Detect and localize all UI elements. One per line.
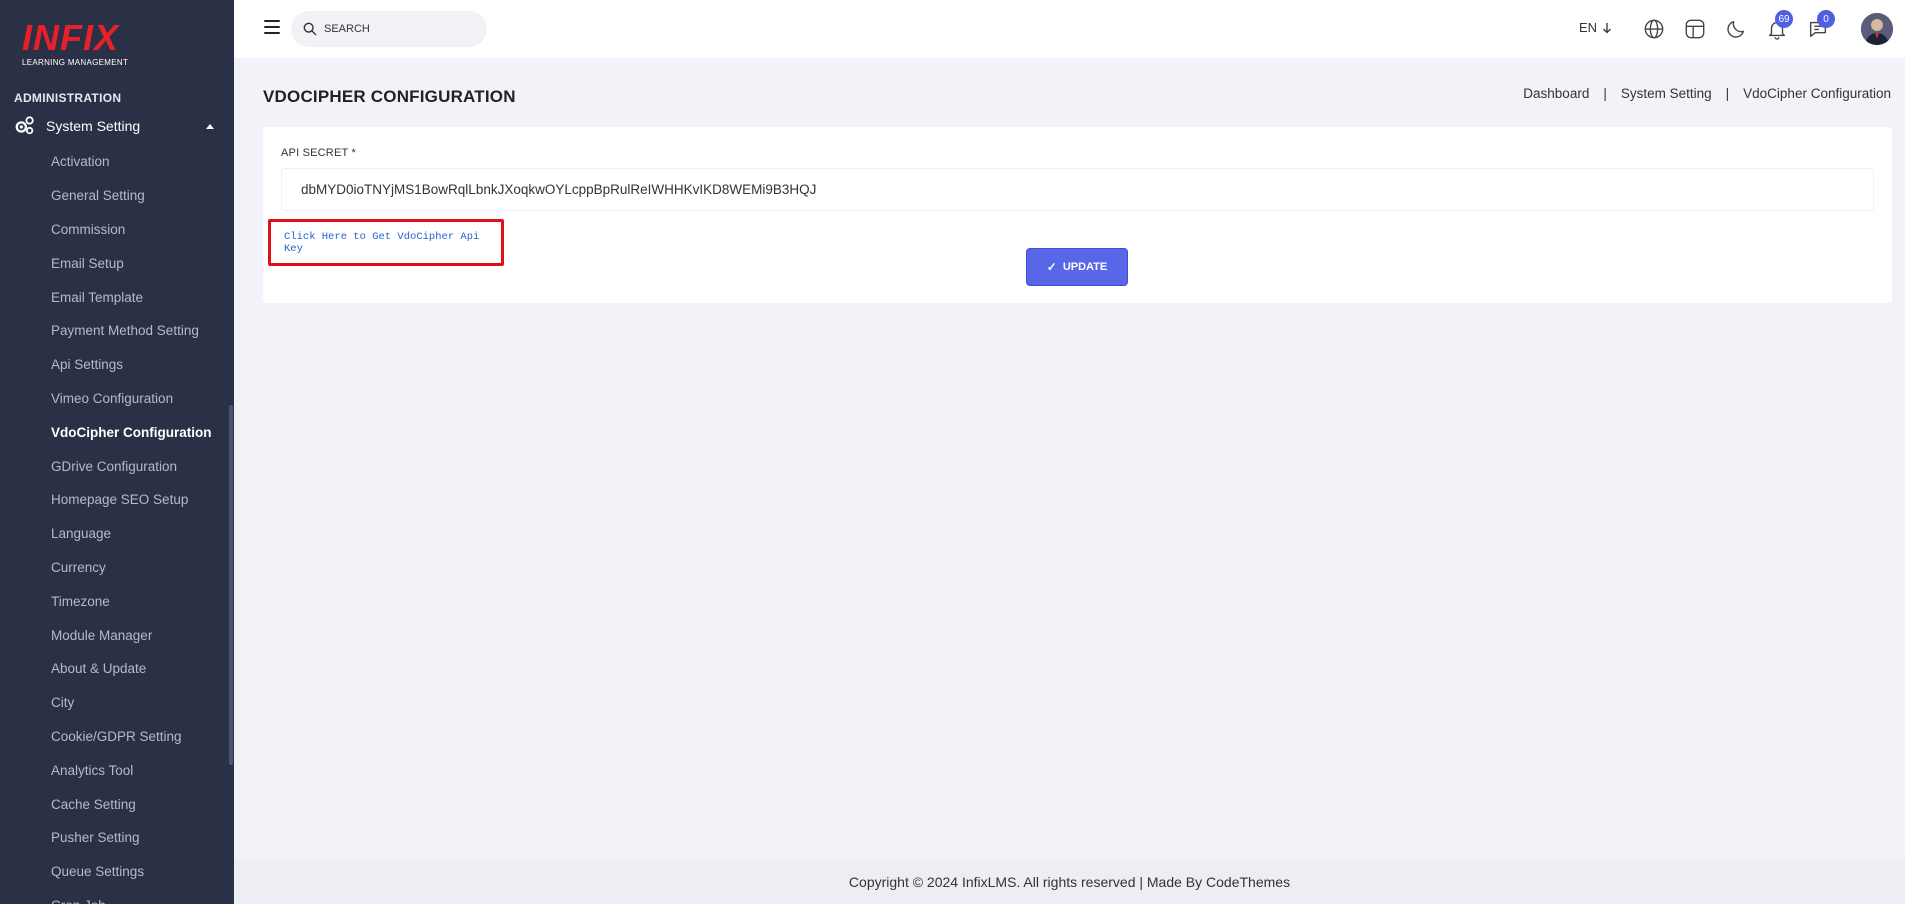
sidebar-item-cache-setting[interactable]: Cache Setting [0, 787, 228, 821]
sidebar-item-analytics-tool[interactable]: Analytics Tool [0, 753, 228, 787]
breadcrumb-separator: | [1725, 86, 1730, 101]
sidebar-item-gdrive-configuration[interactable]: GDrive Configuration [0, 449, 228, 483]
sidebar-item-queue-settings[interactable]: Queue Settings [0, 855, 228, 889]
sidebar-group-system-setting[interactable]: System Setting [14, 115, 214, 137]
api-secret-input[interactable] [281, 168, 1874, 211]
sidebar-item-general-setting[interactable]: General Setting [0, 179, 228, 213]
sidebar-group-label: System Setting [46, 118, 141, 134]
sidebar-item-language[interactable]: Language [0, 517, 228, 551]
sidebar-scrollbar[interactable] [229, 405, 233, 765]
section-heading-administration: ADMINISTRATION [14, 91, 122, 105]
user-avatar-image [1861, 13, 1893, 45]
update-button-label: UPDATE [1062, 261, 1108, 273]
layout-icon[interactable] [1684, 18, 1706, 40]
footer: Copyright © 2024 InfixLMS. All rights re… [234, 860, 1905, 904]
breadcrumb: Dashboard | System Setting | VdoCipher C… [1523, 86, 1891, 101]
sidebar-item-email-setup[interactable]: Email Setup [0, 246, 228, 280]
page-title: VDOCIPHER CONFIGURATION [263, 87, 516, 106]
sidebar-item-pusher-setting[interactable]: Pusher Setting [0, 821, 228, 855]
sidebar-item-api-settings[interactable]: Api Settings [0, 348, 228, 382]
sidebar-item-timezone[interactable]: Timezone [0, 584, 228, 618]
language-selector[interactable]: EN [1579, 20, 1612, 35]
sidebar-item-payment-method-setting[interactable]: Payment Method Setting [0, 314, 228, 348]
sidebar-item-cookie-gdpr-setting[interactable]: Cookie/GDPR Setting [0, 720, 228, 754]
sidebar-item-homepage-seo-setup[interactable]: Homepage SEO Setup [0, 483, 228, 517]
sidebar-item-about-update[interactable]: About & Update [0, 652, 228, 686]
get-api-key-link[interactable]: Click Here to Get VdoCipher Api Key [268, 219, 504, 266]
globe-icon[interactable] [1643, 18, 1665, 40]
api-secret-label: API SECRET * [281, 147, 356, 159]
breadcrumb-system-setting[interactable]: System Setting [1621, 86, 1712, 101]
search-input[interactable] [324, 23, 464, 35]
sidebar-item-vimeo-configuration[interactable]: Vimeo Configuration [0, 382, 228, 416]
logo-text: INFIX [22, 17, 120, 58]
notification-badge: 69 [1775, 10, 1793, 28]
moon-icon[interactable] [1725, 18, 1747, 40]
menu-icon[interactable] [264, 20, 280, 34]
vdocipher-config-card: API SECRET * Click Here to Get VdoCipher… [263, 127, 1892, 303]
copyright-text: Copyright © 2024 InfixLMS. All rights re… [848, 874, 1291, 890]
logo-subtitle: LEARNING MANAGEMENT [22, 58, 129, 67]
language-label: EN [1579, 20, 1598, 35]
brand-logo[interactable]: INFIX LEARNING MANAGEMENT [22, 18, 142, 70]
sidebar-item-cron-job[interactable]: Cron Job [0, 889, 228, 904]
caret-up-icon [206, 123, 214, 129]
arrow-down-icon [1603, 22, 1612, 33]
search-box[interactable] [291, 11, 487, 47]
top-header: EN 69 0 [234, 0, 1905, 58]
sidebar-item-email-template[interactable]: Email Template [0, 280, 228, 314]
avatar[interactable] [1861, 13, 1893, 45]
breadcrumb-separator: | [1603, 86, 1607, 101]
breadcrumb-dashboard[interactable]: Dashboard [1523, 86, 1589, 101]
update-button[interactable]: ✓ UPDATE [1026, 248, 1128, 286]
sidebar-item-vdocipher-configuration[interactable]: VdoCipher Configuration [0, 415, 228, 449]
sidebar-item-currency[interactable]: Currency [0, 551, 228, 585]
sidebar-item-module-manager[interactable]: Module Manager [0, 618, 228, 652]
sidebar-item-activation[interactable]: Activation [0, 145, 228, 179]
check-icon: ✓ [1046, 260, 1057, 274]
gears-icon [15, 116, 34, 135]
search-icon [303, 22, 317, 36]
breadcrumb-current: VdoCipher Configuration [1743, 86, 1891, 101]
sidebar-nav: Activation General Setting Commission Em… [0, 145, 228, 904]
sidebar-item-commission[interactable]: Commission [0, 213, 228, 247]
sidebar: INFIX LEARNING MANAGEMENT ADMINISTRATION… [0, 0, 234, 904]
sidebar-item-city[interactable]: City [0, 686, 228, 720]
message-badge: 0 [1817, 10, 1835, 28]
